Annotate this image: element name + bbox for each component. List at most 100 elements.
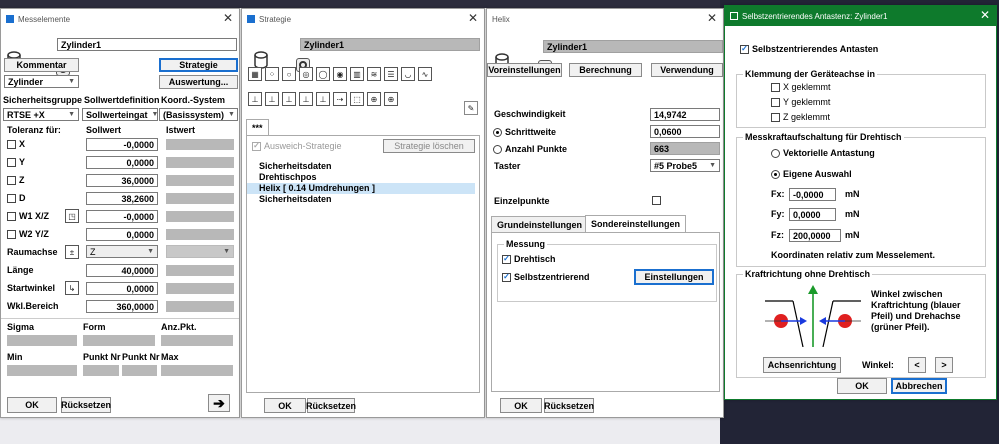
vektorielle-radio[interactable]: Vektorielle Antastung: [771, 148, 875, 158]
tol-x-checkbox[interactable]: X: [7, 139, 25, 149]
drehtisch-checkbox[interactable]: ✓ Drehtisch: [502, 254, 556, 264]
istwert-w1: [166, 211, 234, 222]
strategie-window: Strategie ✕ Zylinder1 ▦ ⁘ ○ ◎ ◯ ◉ ▥ ≋ ☰ …: [241, 8, 485, 418]
auswertung-button[interactable]: Auswertung...: [159, 75, 238, 89]
lines-icon[interactable]: ☰: [384, 67, 398, 81]
list-item-selected[interactable]: Helix [ 0.14 Umdrehungen ]: [247, 183, 475, 194]
einzelpunkte-checkbox[interactable]: [652, 196, 661, 205]
fz-input[interactable]: 200,0000: [789, 229, 841, 242]
sicherheitsgruppe-label: Sicherheitsgruppe: [3, 95, 83, 105]
sollwert-y-input[interactable]: 0,0000: [86, 156, 158, 169]
dashed-icon[interactable]: ⇢: [333, 92, 347, 106]
strategie-button[interactable]: Strategie: [159, 58, 238, 72]
x-geklemmt-checkbox[interactable]: X geklemmt: [771, 82, 831, 92]
points-icon[interactable]: ⁘: [265, 67, 279, 81]
grid-icon[interactable]: ▦: [248, 67, 262, 81]
crosshair-icon[interactable]: ⊕: [367, 92, 381, 106]
close-icon[interactable]: ✕: [468, 11, 478, 25]
schrittweite-radio[interactable]: Schrittweite: [493, 127, 556, 137]
arrow-right-icon[interactable]: ➔: [208, 394, 230, 412]
close-icon[interactable]: ✕: [223, 11, 233, 25]
sollwert-z-input[interactable]: 36,0000: [86, 174, 158, 187]
schrittweite-input[interactable]: 0,0600: [650, 125, 720, 138]
selbstzentrierend-main-checkbox[interactable]: ✓ Selbstzentrierendes Antasten: [740, 44, 878, 54]
wkl-bereich-input[interactable]: 360,0000: [86, 300, 158, 313]
tab-sondereinstellungen[interactable]: Sondereinstellungen: [585, 215, 687, 232]
ruecksetzen-button[interactable]: Rücksetzen: [306, 398, 356, 413]
checkbox-box: ✓: [502, 254, 511, 264]
circle-points-icon[interactable]: ○: [282, 67, 296, 81]
selbstzentrierend-checkbox[interactable]: ✓ Selbstzentrierend: [502, 272, 590, 282]
startwinkel-input[interactable]: 0,0000: [86, 282, 158, 295]
angle-icon[interactable]: ↳: [65, 281, 79, 295]
verwendung-button[interactable]: Verwendung: [651, 63, 723, 77]
anzahl-punkte-radio[interactable]: Anzahl Punkte: [493, 144, 567, 154]
plusminus-button[interactable]: ±: [65, 245, 79, 259]
einstellungen-button[interactable]: Einstellungen: [634, 269, 714, 285]
ring-icon[interactable]: ◉: [333, 67, 347, 81]
tol-z-checkbox[interactable]: Z: [7, 175, 25, 185]
probe-2-icon[interactable]: ⊥: [265, 92, 279, 106]
circle-scan-icon[interactable]: ◯: [316, 67, 330, 81]
close-icon[interactable]: ✕: [980, 8, 990, 22]
sollwert-d-input[interactable]: 38,2600: [86, 192, 158, 205]
z-geklemmt-checkbox[interactable]: Z geklemmt: [771, 112, 830, 122]
voreinstellungen-button[interactable]: Voreinstellungen: [487, 63, 562, 77]
cylinder-path-icon[interactable]: ▥: [350, 67, 364, 81]
ruecksetzen-button[interactable]: Rücksetzen: [61, 397, 111, 413]
y-geklemmt-checkbox[interactable]: Y geklemmt: [771, 97, 830, 107]
wave-icon[interactable]: ∿: [418, 67, 432, 81]
ok-button[interactable]: OK: [7, 397, 57, 413]
klemmung-title: Klemmung der Geräteachse in: [743, 69, 878, 79]
pencil-icon[interactable]: ✎: [464, 101, 478, 115]
laenge-input[interactable]: 40,0000: [86, 264, 158, 277]
messkraft-title: Messkraftaufschaltung für Drehtisch: [743, 132, 904, 142]
sollwertdefinition-select[interactable]: Sollwerteingat ▼: [82, 108, 158, 121]
berechnung-button[interactable]: Berechnung: [569, 63, 642, 77]
chevron-right-icon[interactable]: >: [935, 357, 953, 373]
list-item[interactable]: Drehtischpos: [247, 172, 475, 183]
dashed-box-icon[interactable]: ⬚: [350, 92, 364, 106]
double-circle-icon[interactable]: ◎: [299, 67, 313, 81]
ok-button[interactable]: OK: [500, 398, 542, 413]
geschwindigkeit-input[interactable]: 14,9742: [650, 108, 720, 121]
list-item[interactable]: Sicherheitsdaten: [247, 194, 475, 205]
sigma-value: [7, 335, 77, 346]
kommentar-button[interactable]: Kommentar: [4, 58, 79, 72]
tol-y-checkbox[interactable]: Y: [7, 157, 25, 167]
chevron-left-icon[interactable]: <: [908, 357, 926, 373]
tab-strategy[interactable]: ***: [246, 119, 269, 136]
helix-icon[interactable]: ≋: [367, 67, 381, 81]
close-icon[interactable]: ✕: [707, 11, 717, 25]
tol-w2-checkbox[interactable]: W2 Y/Z: [7, 229, 49, 239]
ruecksetzen-button[interactable]: Rücksetzen: [544, 398, 594, 413]
sollwert-x-input[interactable]: -0,0000: [86, 138, 158, 151]
fy-input[interactable]: 0,0000: [789, 208, 836, 221]
chevron-down-icon: ▼: [68, 78, 75, 85]
abbrechen-button[interactable]: Abbrechen: [891, 378, 947, 394]
taster-select[interactable]: #5 Probe5 ▼: [650, 159, 720, 172]
ok-button[interactable]: OK: [837, 378, 887, 394]
achsenrichtung-button[interactable]: Achsenrichtung: [763, 357, 841, 373]
sicherheitsgruppe-select[interactable]: RTSE +X ▼: [3, 108, 79, 121]
crosshair-2-icon[interactable]: ⊕: [384, 92, 398, 106]
koord-system-select[interactable]: (Basissystem) ▼: [159, 108, 238, 121]
angle-icon[interactable]: ◳: [65, 209, 79, 223]
ok-button[interactable]: OK: [264, 398, 306, 413]
tab-grundeinstellungen[interactable]: Grundeinstellungen: [491, 216, 589, 232]
probe-icon[interactable]: ⊥: [248, 92, 262, 106]
sollwert-w2-input[interactable]: 0,0000: [86, 228, 158, 241]
sollwert-w1-input[interactable]: -0,0000: [86, 210, 158, 223]
bowl-icon[interactable]: ◡: [401, 67, 415, 81]
element-type-select[interactable]: Zylinder ▼: [4, 75, 79, 88]
eigene-auswahl-radio[interactable]: Eigene Auswahl: [771, 169, 852, 179]
probe-4-icon[interactable]: ⊥: [299, 92, 313, 106]
tol-w1-checkbox[interactable]: W1 X/Z: [7, 211, 49, 221]
tol-d-checkbox[interactable]: D: [7, 193, 26, 203]
probe-3-icon[interactable]: ⊥: [282, 92, 296, 106]
element-name-input[interactable]: Zylinder1: [57, 38, 237, 51]
probe-5-icon[interactable]: ⊥: [316, 92, 330, 106]
fx-input[interactable]: -0,0000: [789, 188, 836, 201]
raumachse-select[interactable]: Z ▼: [86, 245, 158, 258]
list-item[interactable]: Sicherheitsdaten: [247, 161, 475, 172]
